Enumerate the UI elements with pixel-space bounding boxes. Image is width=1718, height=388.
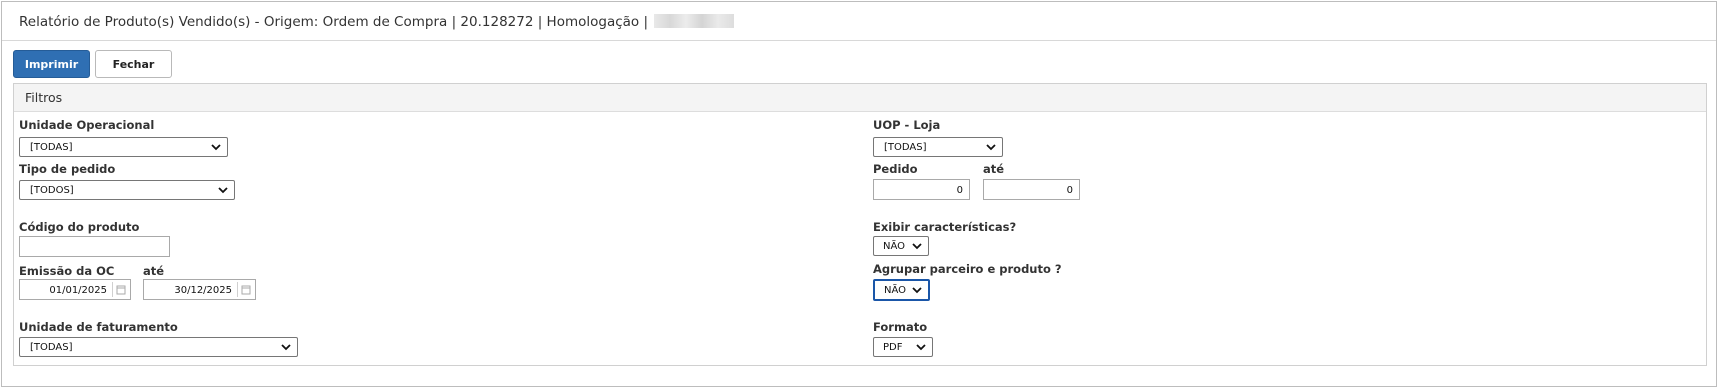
page-title-text: Relatório de Produto(s) Vendido(s) - Ori… [19,14,649,30]
chevron-down-icon [986,144,996,151]
formato-value: PDF [883,342,903,353]
tipo-pedido-label: Tipo de pedido [19,162,116,176]
agrupar-label: Agrupar parceiro e produto ? [873,262,1062,276]
emissao-oc-from-value: 01/01/2025 [49,285,107,296]
uop-loja-label: UOP - Loja [873,118,941,132]
pedido-label: Pedido [873,162,918,176]
unidade-operacional-select[interactable]: [TODAS] [19,137,228,157]
calendar-icon[interactable] [112,282,128,297]
chevron-down-icon [916,344,926,351]
unidade-faturamento-select[interactable]: [TODAS] [19,337,298,357]
unidade-faturamento-value: [TODAS] [30,342,73,353]
codigo-produto-label: Código do produto [19,220,140,234]
agrupar-select[interactable]: NÃO [873,279,930,301]
uop-loja-value: [TODAS] [884,142,927,153]
unidade-faturamento-label: Unidade de faturamento [19,320,178,334]
emissao-oc-ate-label: até [143,264,165,278]
tipo-pedido-select[interactable]: [TODOS] [19,180,235,200]
tipo-pedido-value: [TODOS] [30,185,74,196]
emissao-oc-to-input[interactable]: 30/12/2025 [143,279,256,300]
filters-title: Filtros [25,90,63,105]
emissao-oc-label: Emissão da OC [19,264,115,278]
print-button[interactable]: Imprimir [13,50,90,78]
unidade-operacional-value: [TODAS] [30,142,73,153]
emissao-oc-from-input[interactable]: 01/01/2025 [19,279,131,300]
pedido-to-value: 0 [1066,185,1073,196]
exibir-caracteristicas-select[interactable]: NÃO [873,236,929,256]
chevron-down-icon [912,243,922,250]
calendar-icon[interactable] [237,282,253,297]
filters-panel-header: Filtros [14,84,1706,112]
page-title: Relatório de Produto(s) Vendido(s) - Ori… [19,14,735,30]
chevron-down-icon [218,187,228,194]
codigo-produto-input[interactable] [19,236,170,257]
agrupar-value: NÃO [884,285,907,296]
title-bar: Relatório de Produto(s) Vendido(s) - Ori… [2,2,1716,41]
formato-label: Formato [873,320,928,334]
chevron-down-icon [281,344,291,351]
chevron-down-icon [211,144,221,151]
pedido-from-value: 0 [956,185,963,196]
pedido-from-input[interactable]: 0 [873,179,970,200]
close-button[interactable]: Fechar [95,50,172,78]
pedido-to-input[interactable]: 0 [983,179,1080,200]
exibir-caracteristicas-value: NÃO [883,241,906,252]
chevron-down-icon [912,287,922,294]
emissao-oc-to-value: 30/12/2025 [174,285,232,296]
uop-loja-select[interactable]: [TODAS] [873,137,1003,157]
pedido-ate-label: até [983,162,1005,176]
unidade-operacional-label: Unidade Operacional [19,118,155,132]
exibir-caracteristicas-label: Exibir características? [873,220,1017,234]
redacted-environment [654,14,735,28]
filters-panel: Filtros [13,83,1707,366]
formato-select[interactable]: PDF [873,337,933,357]
